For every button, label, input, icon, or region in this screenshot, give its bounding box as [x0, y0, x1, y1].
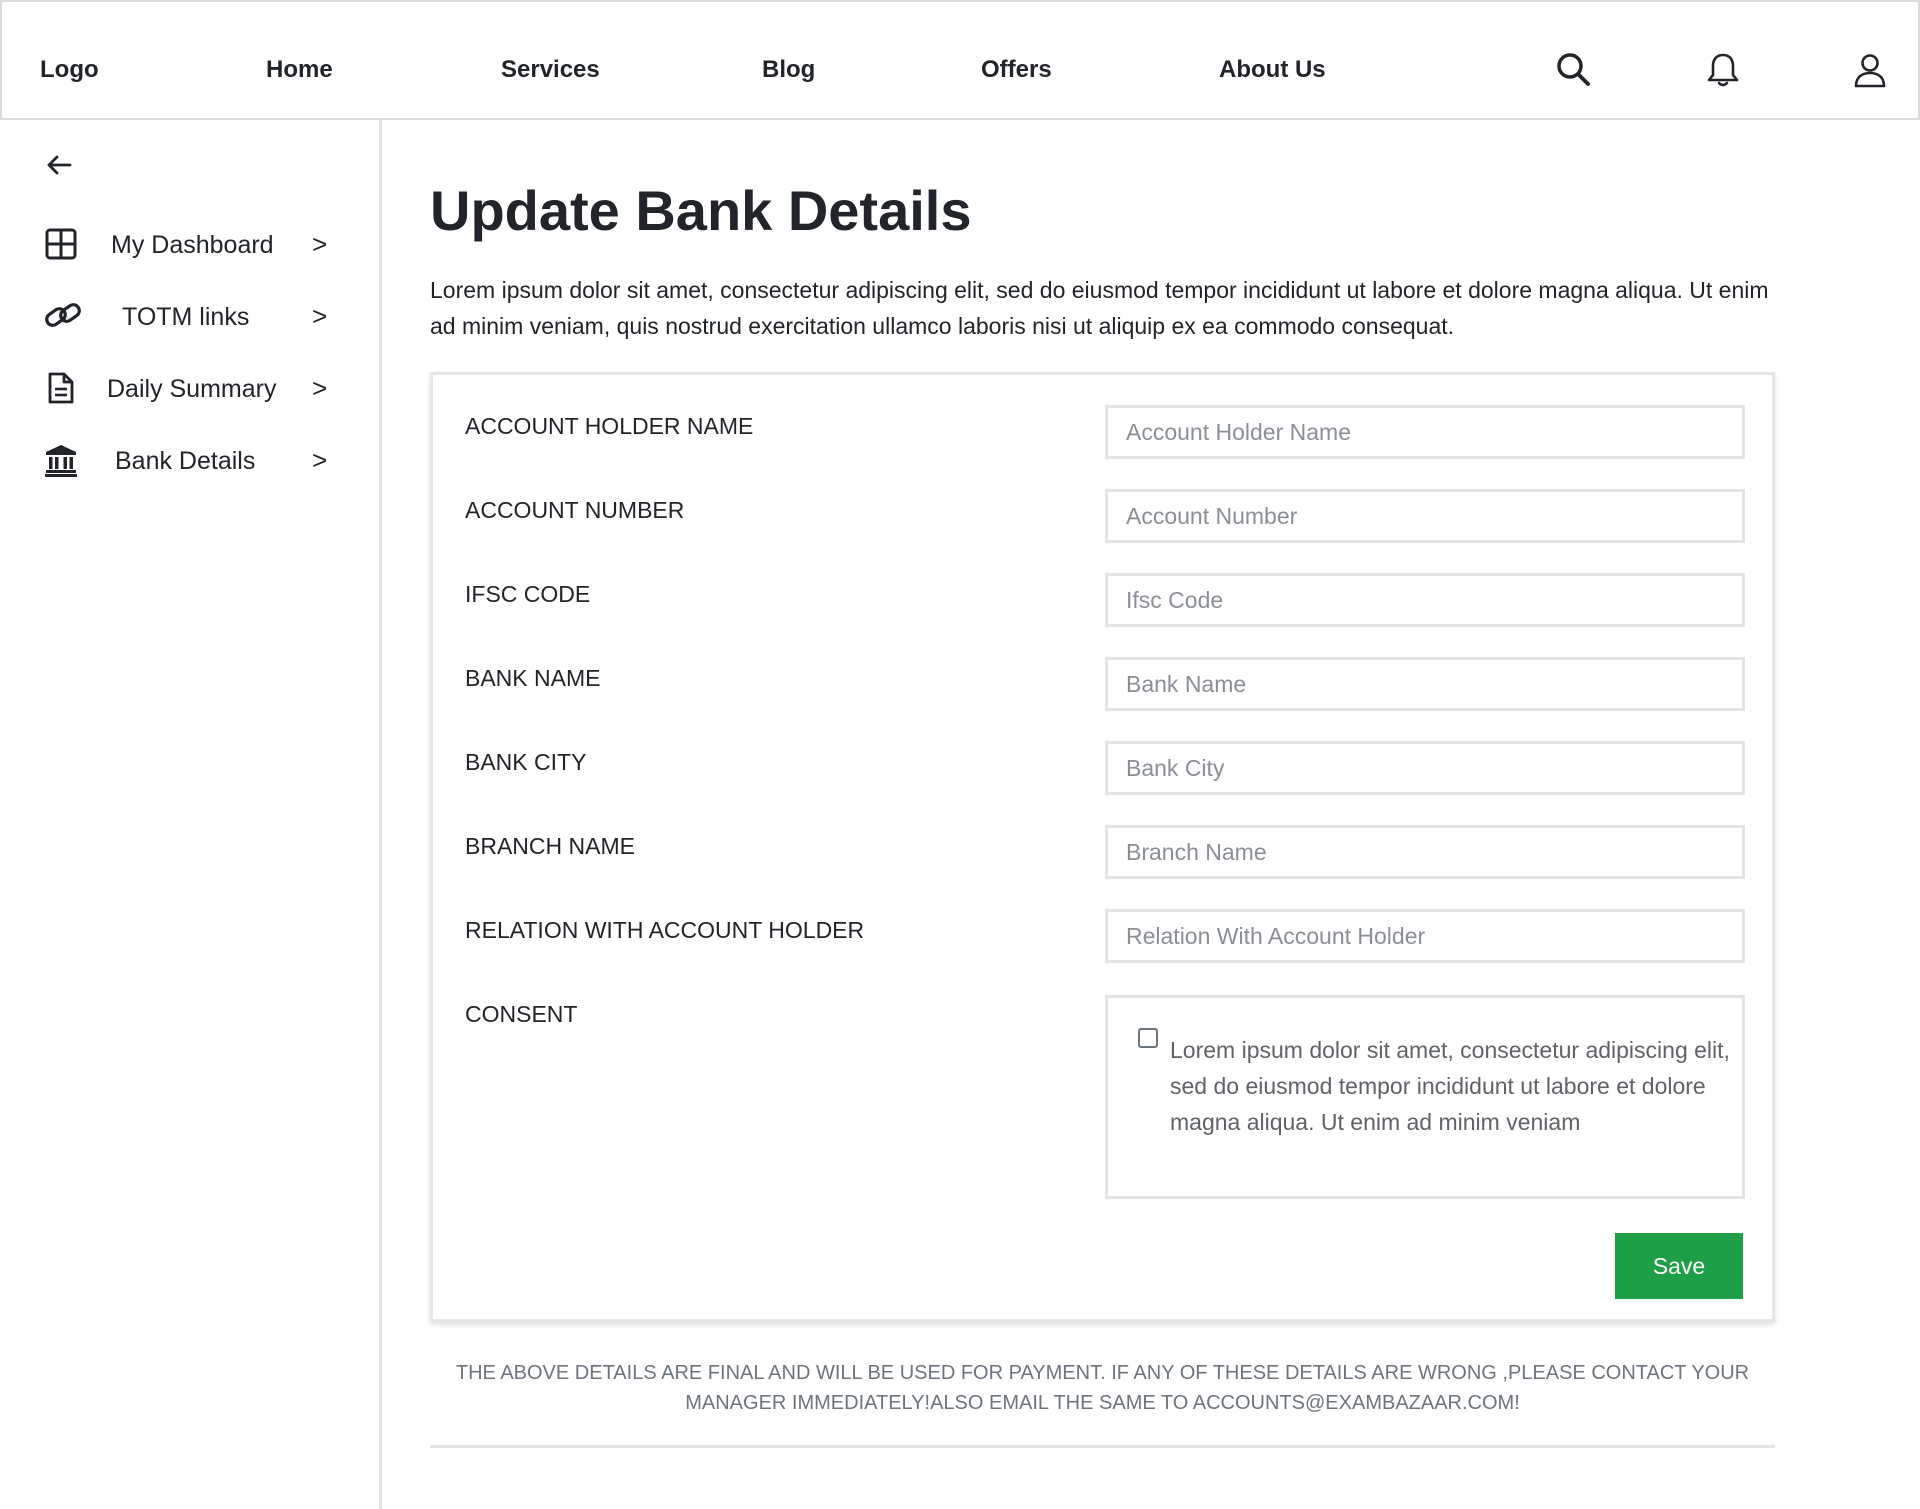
relation-input[interactable] — [1105, 909, 1745, 963]
dashboard-grid-icon — [44, 227, 82, 265]
save-button[interactable]: Save — [1615, 1233, 1743, 1299]
nav-services[interactable]: Services — [501, 56, 600, 84]
nav-blog[interactable]: Blog — [762, 56, 815, 84]
account-holder-name-input[interactable] — [1105, 405, 1745, 459]
chevron-right-icon: > — [312, 373, 328, 403]
page-title: Update Bank Details — [430, 179, 972, 242]
sidebar-item-totm-links[interactable]: TOTM links > — [0, 287, 382, 347]
consent-checkbox[interactable] — [1138, 1028, 1158, 1048]
top-navbar: Logo Home Services Blog Offers About Us — [0, 0, 1920, 120]
payment-notice: THE ABOVE DETAILS ARE FINAL AND WILL BE … — [455, 1362, 1750, 1414]
bank-details-form: ACCOUNT HOLDER NAME ACCOUNT NUMBER IFSC … — [430, 372, 1775, 1322]
nav-home[interactable]: Home — [266, 56, 333, 84]
divider — [430, 1445, 1775, 1448]
consent-text: Lorem ipsum dolor sit amet, consectetur … — [1170, 1037, 1730, 1135]
account-number-label: ACCOUNT NUMBER — [465, 497, 685, 523]
sidebar-item-label: TOTM links — [122, 303, 250, 331]
sidebar: My Dashboard > TOTM links > Daily Summar… — [0, 120, 382, 1509]
branch-name-input[interactable] — [1105, 825, 1745, 879]
bank-name-input[interactable] — [1105, 657, 1745, 711]
nav-offers[interactable]: Offers — [981, 56, 1052, 84]
bell-icon[interactable] — [1703, 50, 1743, 90]
consent-label: CONSENT — [465, 1001, 578, 1027]
sidebar-item-label: My Dashboard — [111, 231, 274, 259]
chevron-right-icon: > — [312, 229, 328, 259]
ifsc-code-input[interactable] — [1105, 573, 1745, 627]
bank-city-input[interactable] — [1105, 741, 1745, 795]
sidebar-item-bank-details[interactable]: Bank Details > — [0, 431, 382, 491]
ifsc-code-label: IFSC CODE — [465, 581, 591, 607]
document-icon — [44, 371, 82, 409]
sidebar-item-daily-summary[interactable]: Daily Summary > — [0, 359, 382, 419]
account-holder-name-label: ACCOUNT HOLDER NAME — [465, 413, 754, 439]
bank-icon — [44, 443, 82, 481]
arrow-left-icon[interactable] — [44, 150, 74, 180]
nav-about-us[interactable]: About Us — [1219, 56, 1326, 84]
chevron-right-icon: > — [312, 301, 328, 331]
consent-box: Lorem ipsum dolor sit amet, consectetur … — [1105, 995, 1745, 1199]
logo[interactable]: Logo — [40, 56, 99, 84]
sidebar-item-label: Daily Summary — [107, 375, 277, 403]
sidebar-item-label: Bank Details — [115, 447, 256, 475]
intro-text: Lorem ipsum dolor sit amet, consectetur … — [430, 277, 1769, 339]
branch-name-label: BRANCH NAME — [465, 833, 635, 859]
sidebar-item-my-dashboard[interactable]: My Dashboard > — [0, 215, 382, 275]
link-icon — [44, 299, 82, 337]
account-number-input[interactable] — [1105, 489, 1745, 543]
search-icon[interactable] — [1554, 50, 1594, 90]
relation-label: RELATION WITH ACCOUNT HOLDER — [465, 917, 865, 943]
user-icon[interactable] — [1850, 50, 1890, 90]
bank-name-label: BANK NAME — [465, 665, 601, 691]
chevron-right-icon: > — [312, 445, 328, 475]
bank-city-label: BANK CITY — [465, 749, 587, 775]
